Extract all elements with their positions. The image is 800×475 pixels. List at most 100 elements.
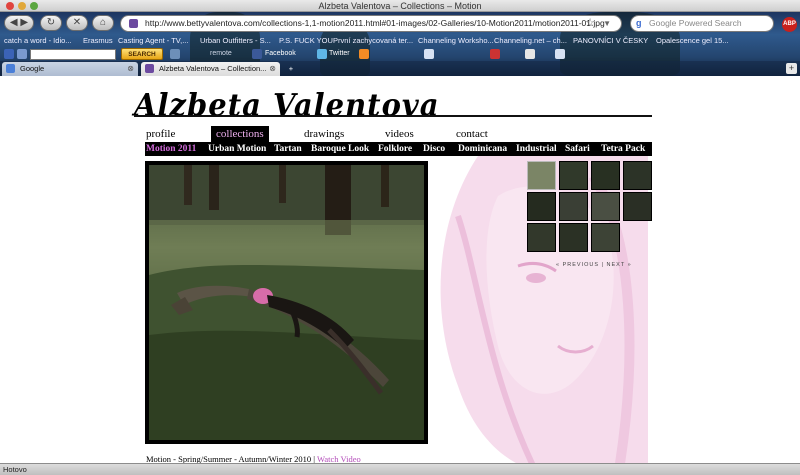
reload-button[interactable]: ↻ [40,15,62,31]
search-field[interactable]: g Google Powered Search [630,15,774,32]
pager-separator: | [601,262,604,268]
menu-item-contact[interactable]: contact [456,126,488,142]
gallery-pager: « PREVIOUS | NEXT » [556,262,632,268]
close-window-button[interactable] [6,2,14,10]
google-search-icon: g [636,18,642,28]
thumbnail[interactable] [527,161,556,190]
thumbnail[interactable] [591,161,620,190]
tab-close-icon[interactable]: ⊗ [269,62,276,75]
thumbnail[interactable] [591,223,620,252]
submenu-item-industrial[interactable]: Industrial [516,142,557,156]
forward-arrow-icon: ▶ [20,17,29,28]
bookmark-item[interactable]: Opalescence gel 15... [656,34,729,47]
rss-icon[interactable] [359,49,369,59]
zoom-window-button[interactable] [30,2,38,10]
bookmark-item[interactable]: PANOVNÍCI V ČESKY [573,34,648,47]
mail-icon[interactable] [424,49,434,59]
web-page: Alzbeta Valentova profile collections dr… [0,76,800,463]
menu-item-videos[interactable]: videos [385,126,414,142]
tab-close-icon[interactable]: ⊗ [127,62,134,75]
thumbnail[interactable] [559,161,588,190]
submenu-item-urban-motion[interactable]: Urban Motion [208,142,266,156]
tab-alzbeta-valentova[interactable]: Alzbeta Valentova – Collection... ⊗ [141,62,280,76]
twitter-button[interactable]: Twitter [329,48,350,60]
toolbar-arrow-icon[interactable] [170,49,180,59]
thumbnail[interactable] [591,192,620,221]
bookmark-item[interactable]: První zachycovaná ter... [333,34,413,47]
window-titlebar: Alzbeta Valentova – Collections – Motion [0,0,800,12]
bookmark-star-icon[interactable]: ☆ [585,16,595,31]
bookmark-item[interactable]: Channeling.net – ch... [494,34,567,47]
minimize-window-button[interactable] [18,2,26,10]
thumbnail[interactable] [527,192,556,221]
tab-google[interactable]: Google ⊗ [2,62,138,76]
status-bar: Hotovo [0,463,800,475]
toolbar-search-button[interactable]: SEARCH [121,48,163,60]
submenu-item-safari[interactable]: Safari [565,142,590,156]
back-arrow-icon: ◀ [9,17,18,28]
menu-item-collections[interactable]: collections [211,126,269,142]
browser-window: Alzbeta Valentova – Collections – Motion… [0,0,800,475]
toolbar-dropdown-icon[interactable] [17,49,27,59]
search-placeholder: Google Powered Search [649,18,742,28]
collections-submenu: Motion 2011 Urban Motion Tartan Baroque … [145,142,652,156]
thumbnail[interactable] [623,192,652,221]
main-gallery-photo[interactable] [145,161,428,444]
model-lying-on-branch-image [149,165,424,440]
menu-item-profile[interactable]: profile [146,126,175,142]
thumbnail[interactable] [527,223,556,252]
thumbnail[interactable] [559,192,588,221]
navigation-toolbar: ◀ ▶ ↻ ✕ ⌂ http://www.bettyvalentova.com/… [0,14,800,34]
bookmark-item[interactable]: catch a word - Idio... [4,34,72,47]
bookmark-item[interactable]: Urban Outfitters - S... [200,34,271,47]
next-link[interactable]: NEXT » [607,262,632,268]
home-icon: ⌂ [99,17,107,28]
remote-label[interactable]: remote [210,48,232,60]
bookmark-item[interactable]: Casting Agent - TV,... [118,34,188,47]
plus-icon: + [288,64,294,73]
home-button[interactable]: ⌂ [92,15,114,31]
submenu-item-tetra-pack[interactable]: Tetra Pack [601,142,645,156]
site-favicon-icon [145,64,154,73]
logo-underline [134,115,652,117]
adblock-plus-icon[interactable]: ABP [782,17,797,32]
new-tab-button[interactable]: + [283,62,299,76]
toolbar-logo-icon[interactable] [4,49,14,59]
tab-strip: Google ⊗ Alzbeta Valentova – Collection.… [0,61,800,76]
toolbar-menu-icon[interactable] [525,49,535,59]
bookmark-item[interactable]: P.S. FUCK YOU [279,34,333,47]
site-logo[interactable]: Alzbeta Valentova [134,87,440,123]
submenu-item-tartan[interactable]: Tartan [274,142,302,156]
submenu-item-motion-2011[interactable]: Motion 2011 [146,142,196,156]
back-forward-button[interactable]: ◀ ▶ [4,15,34,31]
previous-link[interactable]: « PREVIOUS [556,262,599,268]
thumbnail[interactable] [623,161,652,190]
bookmarks-bar: catch a word - Idio... Erasmus Casting A… [0,34,800,47]
photo-caption: Motion - Spring/Summer - Autumn/Winter 2… [146,454,361,463]
twitter-icon [317,49,327,59]
reload-icon: ↻ [46,17,56,28]
url-dropdown-icon[interactable]: ▼ [603,16,611,31]
submenu-item-dominicana[interactable]: Dominicana [458,142,507,156]
facebook-icon [252,49,262,59]
menu-item-drawings[interactable]: drawings [304,126,344,142]
youtube-icon[interactable] [490,49,500,59]
address-bar[interactable]: http://www.bettyvalentova.com/collection… [120,15,622,32]
toolbar-widget-icon[interactable] [555,49,565,59]
bookmark-item[interactable]: Erasmus [83,34,113,47]
site-favicon-icon [129,19,138,28]
submenu-item-disco[interactable]: Disco [423,142,445,156]
submenu-item-baroque-look[interactable]: Baroque Look [311,142,369,156]
address-url: http://www.bettyvalentova.com/collection… [145,18,605,28]
facebook-button[interactable]: Facebook [265,48,296,60]
tab-label: Google [20,64,45,73]
tab-list-button[interactable]: + [786,63,797,74]
toolbar-search-input[interactable] [30,49,116,60]
thumbnail[interactable] [559,223,588,252]
stop-icon: ✕ [72,17,82,28]
google-favicon-icon [6,64,15,73]
stop-button[interactable]: ✕ [66,15,88,31]
submenu-item-folklore[interactable]: Folklore [378,142,412,156]
watch-video-link[interactable]: Watch Video [317,454,361,463]
bookmark-item[interactable]: Channeling Worksho... [418,34,494,47]
